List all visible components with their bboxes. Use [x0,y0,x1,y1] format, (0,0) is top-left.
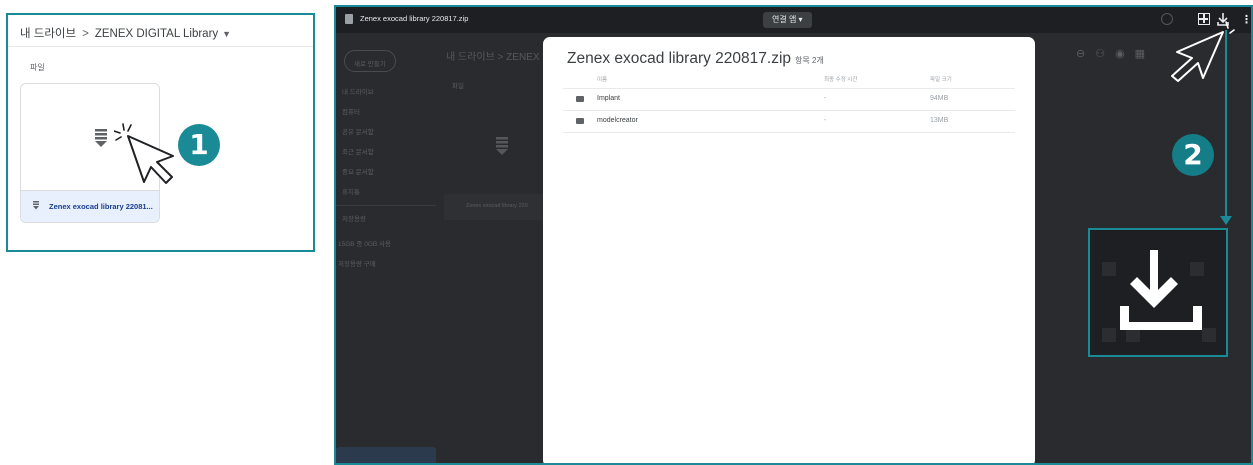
preview-topbar: Zenex exocad library 220817.zip 연결 앱 ▾ ⋮ [336,7,1251,33]
item-count: 항목 2개 [795,56,824,65]
window-title: Zenex exocad library 220817.zip [360,14,469,23]
cursor-click-icon [114,123,174,184]
sidebar-item: 공유 문서함 [342,129,374,136]
new-button-dim: 새로 만들기 [344,50,396,72]
sidebar-item: 컴퓨터 [342,109,360,116]
zip-contents-dialog: Zenex exocad library 220817.zip 항목 2개 이름 … [543,37,1035,463]
row-size: 94MB [930,95,949,102]
toolbar-icons-dim: ⊖⚇◉▦ [1076,48,1156,60]
row-name: Implant [597,95,620,102]
row-name: modelcreator [597,117,638,124]
sidebar-item: 휴지통 [342,189,360,196]
section-label-files: 파일 [30,63,45,72]
zip-small-icon [33,201,39,210]
folder-icon [576,118,584,124]
sidebar-item: 중요 문서함 [342,169,374,176]
row-modified: - [824,95,827,102]
divider [8,46,313,47]
folder-icon [576,96,584,102]
breadcrumb-root[interactable]: 내 드라이브 [20,28,76,40]
drive-panel-step1: 내 드라이브 > ZENEX DIGITAL Library ▼ 파일 Zenex e… [6,13,315,252]
zip-file-icon [95,129,107,147]
connector-line [1225,30,1227,220]
file-card-name-dim: Zenex exocad library 220 [466,203,528,209]
chevron-down-icon[interactable]: ▼ [222,29,231,39]
table-row[interactable]: modelcreator - 13MB [563,111,1015,133]
open-with-button[interactable]: 연결 앱 ▾ [763,12,812,28]
new-button-label: 새로 만들기 [354,61,386,68]
step-badge-2: 2 [1172,134,1214,176]
breadcrumb-folder[interactable]: ZENEX DIGITAL Library [95,28,218,40]
connector-arrow [1220,216,1232,225]
storage-usage: 15GB 중 0GB 사용 [338,241,391,248]
sidebar-divider [336,205,436,206]
more-options-icon[interactable]: ⋮ [1241,13,1251,26]
sidebar-item: 저장용량 [342,216,366,223]
column-size[interactable]: 파일 크기 [930,75,952,83]
dialog-title: Zenex exocad library 220817.zip 항목 2개 [567,50,824,68]
table-row[interactable]: Implant - 94MB [563,89,1015,111]
zip-file-icon-dim [496,137,508,155]
step-badge-1: 1 [178,124,220,166]
zoomed-download-icon-box [1088,228,1228,357]
dialog-title-text: Zenex exocad library 220817.zip [567,50,792,67]
column-name[interactable]: 이름 [597,75,607,83]
file-card-name: Zenex exocad library 22081... [49,202,153,211]
buy-storage-link: 저장용량 구매 [338,261,376,268]
files-label-dim: 파일 [452,83,464,90]
cursor-click-icon [1171,21,1235,82]
sidebar-item: 최근 문서함 [342,149,374,156]
sidebar-item: 내 드라이브 [342,89,374,96]
file-card-dim: Zenex exocad library 220 [444,194,544,220]
row-size: 13MB [930,117,949,124]
bottom-banner-dim [336,447,436,463]
column-modified[interactable]: 최종 수정 시간 [824,75,857,83]
zip-file-icon [345,14,353,24]
row-modified: - [824,117,827,124]
download-icon [1102,250,1216,342]
breadcrumb: 내 드라이브 > ZENEX DIGITAL Library ▼ [20,25,231,41]
table-header: 이름 최종 수정 시간 파일 크기 [563,71,1015,89]
breadcrumb-dim: 내 드라이브 > ZENEX [446,52,540,63]
breadcrumb-separator: > [82,28,89,40]
